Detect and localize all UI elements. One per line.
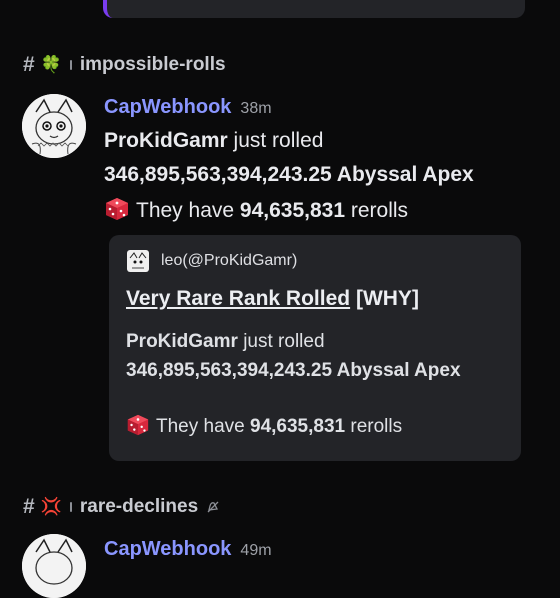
embed-rerolls-suffix: rerolls: [350, 416, 403, 437]
embed-line-1: ProKidGamr just rolled: [126, 331, 325, 353]
separator: [69, 60, 72, 70]
message-header: CapWebhook 38m: [104, 96, 272, 119]
rerolls-prefix: They have: [136, 199, 235, 222]
previous-embed: [103, 0, 525, 18]
channel-header-rare-declines[interactable]: # 💢 rare-declines: [23, 495, 220, 519]
embed-title-suffix: [WHY]: [355, 287, 419, 310]
clover-emoji-icon: 🍀: [40, 55, 62, 74]
avatar-drawing: [22, 534, 86, 598]
message-line-3: They have 94,635,831 rerolls: [104, 196, 408, 223]
embed-rerolls-count: 94,635,831: [250, 416, 346, 437]
timestamp: 38m: [240, 100, 272, 117]
avatar[interactable]: [22, 94, 86, 158]
embed-line-3: They have 94,635,831 rerolls: [126, 413, 402, 438]
message-line-1: ProKidGamr just rolled: [104, 129, 323, 153]
hash-icon: #: [23, 495, 35, 518]
channel-name: rare-declines: [79, 496, 199, 517]
embed-title[interactable]: Very Rare Rank Rolled [WHY]: [126, 287, 419, 311]
dice-icon: [127, 414, 149, 436]
dice-icon: [106, 198, 128, 220]
embed-rerolls-prefix: They have: [156, 416, 245, 437]
author-name[interactable]: CapWebhook: [104, 96, 231, 119]
embed-line-2: 346,895,563,394,243.25 Abyssal Apex: [126, 360, 461, 381]
rolled-text: just rolled: [233, 129, 324, 152]
embed-rolled-text: just rolled: [243, 331, 325, 352]
roll-embed: leo(@ProKidGamr) Very Rare Rank Rolled […: [109, 235, 521, 461]
embed-author-avatar-icon: [127, 250, 149, 272]
rerolls-count: 94,635,831: [239, 199, 346, 222]
channel-header-impossible-rolls[interactable]: # 🍀 impossible-rolls: [23, 53, 226, 77]
rerolls-suffix: rerolls: [350, 199, 409, 222]
bell-slash-icon: [207, 501, 219, 513]
embed-title-link[interactable]: Very Rare Rank Rolled: [126, 287, 350, 310]
avatar-drawing: [22, 94, 86, 158]
timestamp: 49m: [240, 542, 272, 559]
rolled-user: ProKidGamr: [104, 129, 228, 152]
embed-author[interactable]: leo(@ProKidGamr): [127, 250, 297, 272]
avatar[interactable]: [22, 534, 86, 598]
message-header: CapWebhook 49m: [104, 538, 272, 561]
message-line-2: 346,895,563,394,243.25 Abyssal Apex: [104, 163, 474, 186]
embed-rolled-user: ProKidGamr: [126, 331, 238, 352]
embed-author-name: leo(@ProKidGamr): [161, 252, 298, 269]
anger-emoji-icon: 💢: [40, 497, 62, 516]
separator: [69, 502, 72, 512]
hash-icon: #: [23, 53, 35, 76]
channel-name: impossible-rolls: [79, 54, 226, 75]
author-name[interactable]: CapWebhook: [104, 538, 231, 561]
